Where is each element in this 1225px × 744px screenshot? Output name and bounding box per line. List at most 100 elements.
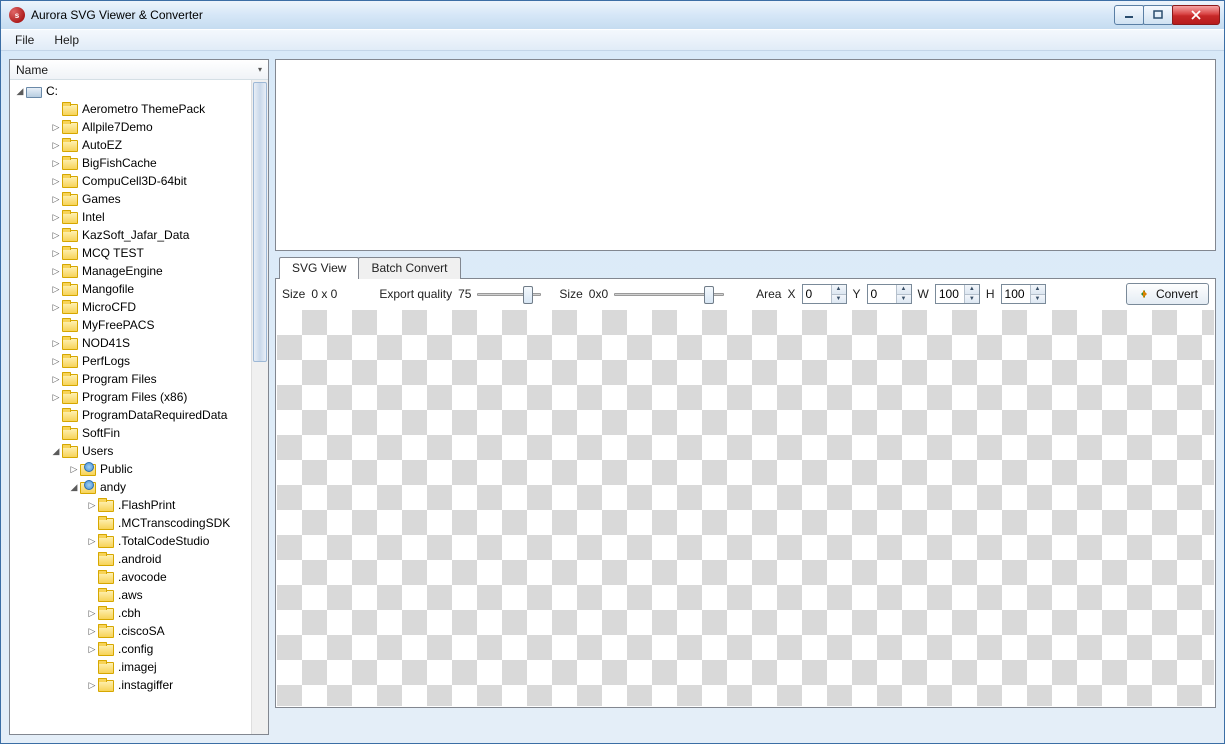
- expander-closed-icon[interactable]: ▷: [50, 338, 62, 349]
- folder-icon: [62, 246, 78, 260]
- expander-open-icon[interactable]: ◢: [50, 446, 62, 457]
- tree-node[interactable]: ▷.imagej: [10, 658, 251, 676]
- tree-header[interactable]: Name ▾: [10, 60, 268, 80]
- expander-closed-icon[interactable]: ▷: [50, 284, 62, 295]
- tree-node[interactable]: ▷.android: [10, 550, 251, 568]
- tree-node[interactable]: ▷.avocode: [10, 568, 251, 586]
- tree-node[interactable]: ◢andy: [10, 478, 251, 496]
- expander-closed-icon[interactable]: ▷: [50, 122, 62, 133]
- expander-closed-icon[interactable]: ▷: [50, 176, 62, 187]
- tree-node[interactable]: ▷.TotalCodeStudio: [10, 532, 251, 550]
- expander-closed-icon[interactable]: ▷: [50, 158, 62, 169]
- expander-closed-icon[interactable]: ▷: [50, 230, 62, 241]
- expander-closed-icon[interactable]: ▷: [86, 644, 98, 655]
- tree-node[interactable]: ▷MCQ TEST: [10, 244, 251, 262]
- area-x-spinner[interactable]: ▲▼: [802, 284, 847, 304]
- expander-closed-icon[interactable]: ▷: [86, 680, 98, 691]
- user-folder-icon: [80, 480, 96, 494]
- expander-closed-icon[interactable]: ▷: [86, 608, 98, 619]
- folder-icon: [98, 534, 114, 548]
- folder-icon: [62, 300, 78, 314]
- area-y-input[interactable]: [868, 285, 896, 303]
- tree-node[interactable]: ▷ProgramDataRequiredData: [10, 406, 251, 424]
- tree-node[interactable]: ▷ManageEngine: [10, 262, 251, 280]
- tree-node[interactable]: ▷BigFishCache: [10, 154, 251, 172]
- menu-file[interactable]: File: [7, 31, 42, 49]
- expander-closed-icon[interactable]: ▷: [50, 212, 62, 223]
- area-w-spinner[interactable]: ▲▼: [935, 284, 980, 304]
- expander-closed-icon[interactable]: ▷: [86, 500, 98, 511]
- spin-down-icon[interactable]: ▼: [965, 295, 979, 304]
- expander-closed-icon[interactable]: ▷: [50, 302, 62, 313]
- tree-node[interactable]: ▷Aerometro ThemePack: [10, 100, 251, 118]
- spin-up-icon[interactable]: ▲: [897, 285, 911, 295]
- tree-node[interactable]: ▷Program Files (x86): [10, 388, 251, 406]
- tree-node-label: Games: [82, 192, 121, 206]
- expander-closed-icon[interactable]: ▷: [50, 356, 62, 367]
- tab-bar: SVG View Batch Convert: [275, 257, 1216, 279]
- spin-up-icon[interactable]: ▲: [1031, 285, 1045, 295]
- expander-closed-icon[interactable]: ▷: [68, 464, 80, 475]
- maximize-button[interactable]: [1143, 5, 1173, 25]
- area-h-input[interactable]: [1002, 285, 1030, 303]
- titlebar[interactable]: s Aurora SVG Viewer & Converter: [1, 1, 1224, 29]
- folder-icon: [98, 642, 114, 656]
- expander-open-icon[interactable]: ◢: [14, 86, 26, 97]
- expander-closed-icon[interactable]: ▷: [50, 194, 62, 205]
- tree-body[interactable]: ◢C:▷Aerometro ThemePack▷Allpile7Demo▷Aut…: [10, 80, 251, 734]
- tree-node[interactable]: ▷.config: [10, 640, 251, 658]
- right-panel: SVG View Batch Convert Size 0 x 0 Export…: [275, 59, 1216, 735]
- area-h-spinner[interactable]: ▲▼: [1001, 284, 1046, 304]
- spin-down-icon[interactable]: ▼: [1031, 295, 1045, 304]
- convert-button[interactable]: Convert: [1126, 283, 1209, 305]
- area-x-input[interactable]: [803, 285, 831, 303]
- tree-node[interactable]: ▷Program Files: [10, 370, 251, 388]
- tree-node[interactable]: ▷CompuCell3D-64bit: [10, 172, 251, 190]
- tree-scrollbar[interactable]: [251, 80, 268, 734]
- tree-node[interactable]: ▷.cbh: [10, 604, 251, 622]
- tree-node[interactable]: ▷Mangofile: [10, 280, 251, 298]
- tree-node[interactable]: ▷ Games: [10, 190, 251, 208]
- expander-open-icon[interactable]: ◢: [68, 482, 80, 493]
- spin-down-icon[interactable]: ▼: [897, 295, 911, 304]
- tab-batch-convert[interactable]: Batch Convert: [358, 257, 460, 279]
- tree-node[interactable]: ▷Allpile7Demo: [10, 118, 251, 136]
- close-button[interactable]: [1172, 5, 1220, 25]
- resize-slider[interactable]: [614, 285, 724, 303]
- tab-svg-view[interactable]: SVG View: [279, 257, 359, 279]
- transparency-canvas[interactable]: [277, 310, 1214, 706]
- expander-closed-icon[interactable]: ▷: [50, 374, 62, 385]
- tree-node[interactable]: ▷Public: [10, 460, 251, 478]
- tree-node[interactable]: ◢Users: [10, 442, 251, 460]
- expander-closed-icon[interactable]: ▷: [50, 248, 62, 259]
- area-w-input[interactable]: [936, 285, 964, 303]
- expander-closed-icon[interactable]: ▷: [86, 626, 98, 637]
- minimize-button[interactable]: [1114, 5, 1144, 25]
- spin-up-icon[interactable]: ▲: [832, 285, 846, 295]
- spin-up-icon[interactable]: ▲: [965, 285, 979, 295]
- tree-node-root[interactable]: ◢C:: [10, 82, 251, 100]
- menu-help[interactable]: Help: [46, 31, 87, 49]
- tree-node[interactable]: ▷.aws: [10, 586, 251, 604]
- tree-node[interactable]: ▷KazSoft_Jafar_Data: [10, 226, 251, 244]
- scrollbar-thumb[interactable]: [253, 82, 267, 362]
- tree-node[interactable]: ▷.FlashPrint: [10, 496, 251, 514]
- tree-node[interactable]: ▷AutoEZ: [10, 136, 251, 154]
- expander-closed-icon[interactable]: ▷: [50, 392, 62, 403]
- expander-closed-icon[interactable]: ▷: [50, 266, 62, 277]
- expander-closed-icon[interactable]: ▷: [50, 140, 62, 151]
- area-y-spinner[interactable]: ▲▼: [867, 284, 912, 304]
- export-quality-slider[interactable]: [477, 285, 541, 303]
- expander-closed-icon[interactable]: ▷: [86, 536, 98, 547]
- tree-node[interactable]: ▷.MCTranscodingSDK: [10, 514, 251, 532]
- tree-node[interactable]: ▷SoftFin: [10, 424, 251, 442]
- tree-node[interactable]: ▷MyFreePACS: [10, 316, 251, 334]
- folder-icon: [62, 318, 78, 332]
- tree-node[interactable]: ▷.instagiffer: [10, 676, 251, 694]
- tree-node[interactable]: ▷PerfLogs: [10, 352, 251, 370]
- spin-down-icon[interactable]: ▼: [832, 295, 846, 304]
- tree-node[interactable]: ▷Intel: [10, 208, 251, 226]
- tree-node[interactable]: ▷NOD41S: [10, 334, 251, 352]
- tree-node[interactable]: ▷.ciscoSA: [10, 622, 251, 640]
- tree-node[interactable]: ▷MicroCFD: [10, 298, 251, 316]
